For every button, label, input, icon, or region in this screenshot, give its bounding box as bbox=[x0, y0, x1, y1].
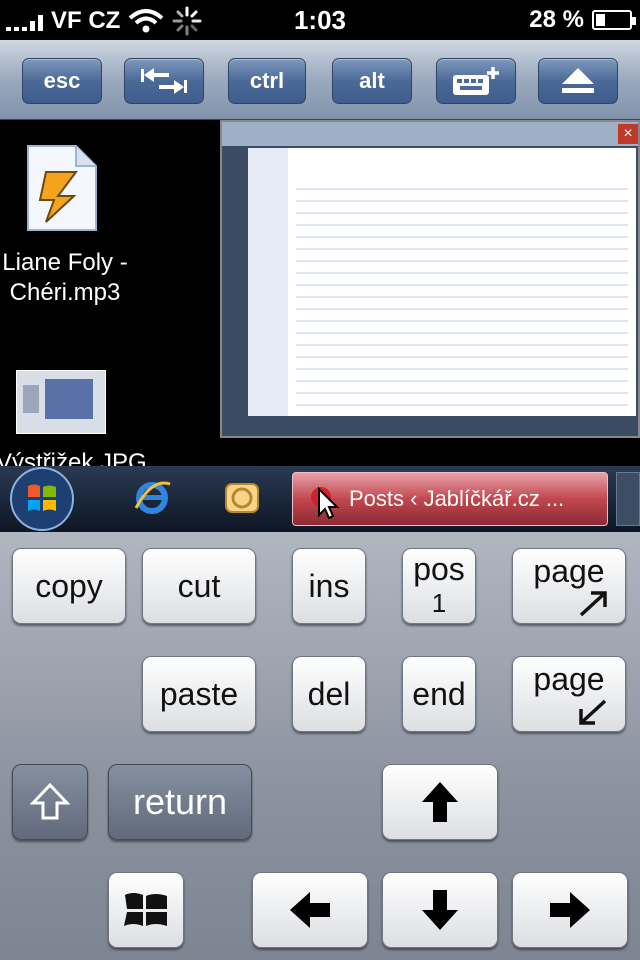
del-key[interactable]: del bbox=[292, 656, 366, 732]
arrow-down-icon bbox=[422, 890, 458, 930]
paste-key[interactable]: paste bbox=[142, 656, 256, 732]
arrow-right-key[interactable] bbox=[512, 872, 628, 948]
mouse-cursor-icon bbox=[311, 486, 340, 519]
esc-button[interactable]: esc bbox=[22, 58, 102, 104]
battery-percent: 28 % bbox=[529, 6, 584, 33]
windows-start-button[interactable] bbox=[4, 466, 80, 532]
page-up-key[interactable]: page bbox=[512, 548, 626, 624]
arrow-up-right-icon bbox=[579, 591, 607, 617]
outlook-icon[interactable] bbox=[222, 478, 262, 518]
mp3-file-icon[interactable] bbox=[24, 144, 100, 232]
windows-key[interactable] bbox=[108, 872, 184, 948]
arrow-left-key[interactable] bbox=[252, 872, 368, 948]
end-key[interactable]: end bbox=[402, 656, 476, 732]
pos1-key[interactable]: pos 1 bbox=[402, 548, 476, 624]
taskbar-overflow-item[interactable] bbox=[616, 472, 640, 526]
page-down-key[interactable]: page bbox=[512, 656, 626, 732]
active-window-title: Posts ‹ Jablíčkář.cz ... bbox=[349, 486, 565, 511]
battery-icon bbox=[592, 10, 636, 30]
taskbar-active-window[interactable]: Posts ‹ Jablíčkář.cz ... bbox=[292, 472, 608, 526]
copy-key[interactable]: copy bbox=[12, 548, 126, 624]
status-bar: VF CZ 1:03 28 % bbox=[0, 0, 640, 40]
arrow-up-icon bbox=[422, 782, 458, 822]
arrow-right-icon bbox=[550, 892, 590, 928]
page-up-key-label: page bbox=[533, 553, 605, 589]
windows-taskbar: Posts ‹ Jablíčkář.cz ... bbox=[0, 466, 640, 532]
tab-arrows-icon bbox=[141, 68, 187, 94]
shift-key[interactable] bbox=[12, 764, 88, 840]
pos1-key-sublabel: 1 bbox=[431, 588, 447, 618]
jpg-file-thumbnail[interactable] bbox=[16, 370, 106, 434]
windows-logo-icon bbox=[124, 893, 167, 926]
alt-button[interactable]: alt bbox=[332, 58, 412, 104]
pos1-key-label: pos bbox=[413, 551, 465, 587]
ctrl-button[interactable]: ctrl bbox=[228, 58, 306, 104]
keyboard-plus-icon bbox=[453, 67, 499, 95]
special-keys-panel: copy cut ins pos 1 page paste del end pag… bbox=[0, 532, 640, 960]
remote-desktop-view[interactable]: Liane Foly - Chéri.mp3 Výstřižek.JPG × P… bbox=[0, 120, 640, 532]
ins-key[interactable]: ins bbox=[292, 548, 366, 624]
browser-window[interactable]: × bbox=[220, 120, 640, 438]
keyboard-toggle-button[interactable] bbox=[436, 58, 516, 104]
cut-key[interactable]: cut bbox=[142, 548, 256, 624]
shift-arrow-icon bbox=[30, 782, 70, 820]
arrow-left-icon bbox=[290, 892, 330, 928]
internet-explorer-icon[interactable] bbox=[132, 478, 172, 518]
modifier-toolbar: esc ctrl alt bbox=[0, 40, 640, 120]
page-down-key-label: page bbox=[533, 661, 605, 697]
desktop-icon-label-mp3: Liane Foly - Chéri.mp3 bbox=[2, 249, 128, 306]
browser-title-bar bbox=[222, 122, 638, 146]
tab-button[interactable] bbox=[124, 58, 204, 104]
close-window-icon[interactable]: × bbox=[618, 124, 638, 144]
arrow-down-left-icon bbox=[579, 699, 607, 725]
return-key[interactable]: return bbox=[108, 764, 252, 840]
eject-icon bbox=[562, 68, 594, 93]
browser-content bbox=[248, 148, 636, 416]
arrow-down-key[interactable] bbox=[382, 872, 498, 948]
arrow-up-key[interactable] bbox=[382, 764, 498, 840]
eject-button[interactable] bbox=[538, 58, 618, 104]
